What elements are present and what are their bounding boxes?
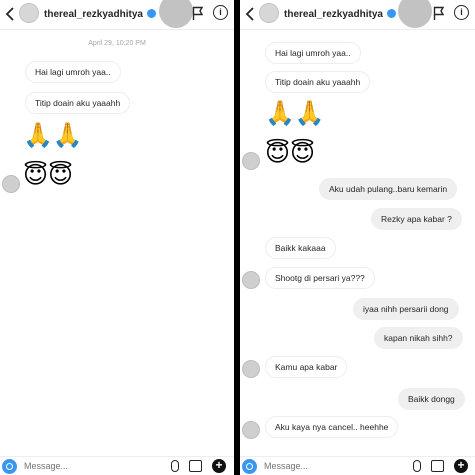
message-bubble[interactable]: Aku kaya nya cancel.. heehhe xyxy=(265,416,399,438)
username[interactable]: thereal_rezkyadhitya xyxy=(44,9,143,20)
message-bubble[interactable]: Aku udah pulang..baru kemarin xyxy=(319,178,458,200)
chat-header: thereal_rezkyadhitya i xyxy=(0,0,234,30)
avatar[interactable] xyxy=(259,3,279,23)
back-icon[interactable] xyxy=(244,6,258,22)
message-timestamp: April 29, 10:20 PM xyxy=(88,40,146,47)
verified-icon xyxy=(387,9,396,18)
message-bubble[interactable]: Hai lagi umroh yaa.. xyxy=(265,42,361,64)
plus-icon[interactable]: + xyxy=(212,459,226,473)
back-icon[interactable] xyxy=(4,6,18,22)
message-bubble[interactable]: Shootg di persari ya??? xyxy=(265,267,375,289)
emoji-praying-hands[interactable]: 🙏🙏 xyxy=(265,102,325,126)
avatar[interactable] xyxy=(242,271,260,289)
avatar[interactable] xyxy=(242,421,260,439)
avatar[interactable] xyxy=(242,152,260,170)
message-bubble[interactable]: Titip doain aku yaaahh xyxy=(265,71,371,93)
avatar[interactable] xyxy=(2,175,20,193)
chat-header: thereal_rezkyadhitya i xyxy=(240,0,475,30)
message-composer: + xyxy=(0,456,234,475)
flag-icon[interactable] xyxy=(433,6,445,21)
message-bubble[interactable]: Rezky apa kabar ? xyxy=(371,208,462,230)
emoji-smiling-halo[interactable]: 😇😇 xyxy=(265,142,315,166)
info-icon[interactable]: i xyxy=(213,5,228,20)
emoji-smiling-halo[interactable]: 😇😇 xyxy=(23,164,73,188)
emoji-praying-hands[interactable]: 🙏🙏 xyxy=(23,124,83,148)
avatar[interactable] xyxy=(19,3,39,23)
message-bubble[interactable]: Baikk kakaaa xyxy=(265,237,336,259)
chat-panel-right: thereal_rezkyadhitya i Hai lagi umroh ya… xyxy=(240,0,475,475)
message-input[interactable] xyxy=(24,461,144,471)
mic-icon[interactable] xyxy=(171,460,179,472)
camera-icon[interactable] xyxy=(2,459,17,474)
info-icon[interactable]: i xyxy=(454,5,469,20)
message-bubble[interactable]: kapan nikah sihh? xyxy=(374,327,463,349)
message-bubble[interactable]: Kamu apa kabar xyxy=(265,356,348,378)
message-bubble[interactable]: Hai lagi umroh yaa.. xyxy=(25,61,121,83)
flag-icon[interactable] xyxy=(192,6,204,21)
message-bubble[interactable]: iyaa nihh persarii dong xyxy=(353,298,459,320)
message-bubble[interactable]: Titip doain aku yaaahh xyxy=(25,92,131,114)
gallery-icon[interactable] xyxy=(431,460,444,472)
plus-icon[interactable]: + xyxy=(454,459,468,473)
message-composer: + xyxy=(240,456,475,475)
touch-indicator xyxy=(159,0,193,28)
mic-icon[interactable] xyxy=(413,460,421,472)
camera-icon[interactable] xyxy=(242,459,257,474)
username[interactable]: thereal_rezkyadhitya xyxy=(284,9,383,20)
verified-icon xyxy=(147,9,156,18)
gallery-icon[interactable] xyxy=(189,460,202,472)
avatar[interactable] xyxy=(242,360,260,378)
message-input[interactable] xyxy=(264,461,384,471)
touch-indicator xyxy=(398,0,432,28)
chat-panel-left: thereal_rezkyadhitya i April 29, 10:20 P… xyxy=(0,0,234,475)
message-bubble[interactable]: Baikk dongg xyxy=(398,388,465,410)
